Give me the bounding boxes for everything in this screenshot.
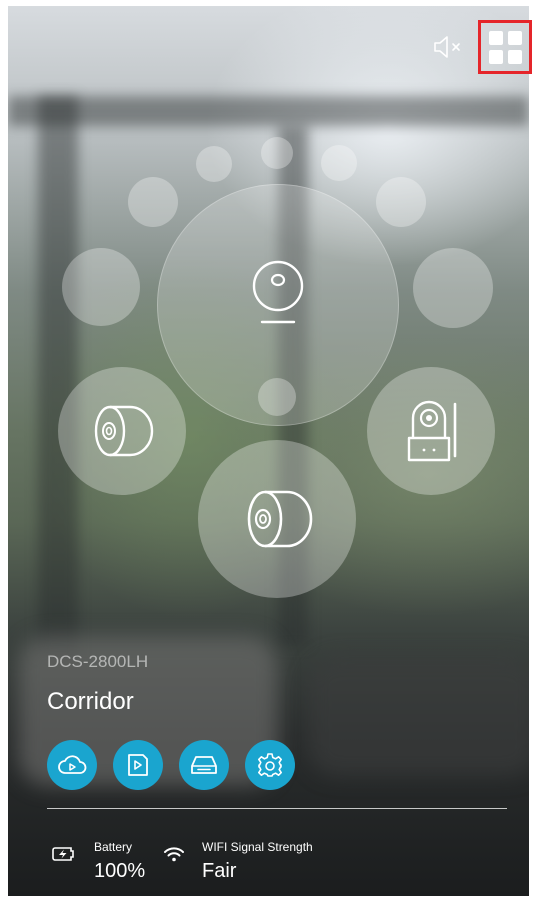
grid-view-icon: [488, 30, 522, 64]
camera-slot[interactable]: [62, 248, 140, 326]
background-window-frame: [38, 96, 78, 656]
background-window-frame: [8, 96, 529, 126]
speaker-muted-icon: [434, 36, 460, 58]
battery-charging-icon: [52, 847, 74, 861]
pan-tilt-camera-icon: [407, 400, 457, 462]
mute-button[interactable]: [432, 30, 466, 64]
storage-icon: [191, 756, 217, 774]
wifi-icon: [164, 847, 184, 862]
storage-button[interactable]: [179, 740, 229, 790]
settings-icon: [258, 753, 282, 777]
cloud-playback-button[interactable]: [47, 740, 97, 790]
camera-slot[interactable]: [413, 248, 493, 328]
background-sofa: [308, 656, 529, 776]
camera-slot[interactable]: [321, 145, 357, 181]
battery-label: Battery: [94, 840, 133, 854]
wifi-label: WIFI Signal Strength: [202, 840, 313, 854]
grid-view-button[interactable]: [478, 20, 532, 74]
selected-camera-bubble[interactable]: [157, 184, 399, 426]
divider: [47, 808, 507, 809]
camera-slot[interactable]: [376, 177, 426, 227]
battery-value: 100%: [94, 860, 146, 882]
playback-icon: [128, 754, 148, 776]
device-model: DCS-2800LH: [47, 652, 149, 671]
camera-slot[interactable]: [196, 146, 232, 182]
camera-bubble-left[interactable]: [58, 367, 186, 495]
cylinder-camera-icon: [94, 405, 154, 457]
cloud-playback-icon: [58, 755, 87, 774]
round-camera-icon: [252, 260, 304, 324]
playback-button[interactable]: [113, 740, 163, 790]
camera-slot[interactable]: [128, 177, 178, 227]
camera-bubble-right[interactable]: [367, 367, 495, 495]
wifi-value: Fair: [202, 860, 237, 882]
camera-bubble-bottom[interactable]: [198, 440, 356, 598]
camera-slot[interactable]: [261, 137, 293, 169]
device-location: Corridor: [47, 688, 134, 715]
settings-button[interactable]: [245, 740, 295, 790]
cylinder-camera-icon: [247, 490, 313, 548]
